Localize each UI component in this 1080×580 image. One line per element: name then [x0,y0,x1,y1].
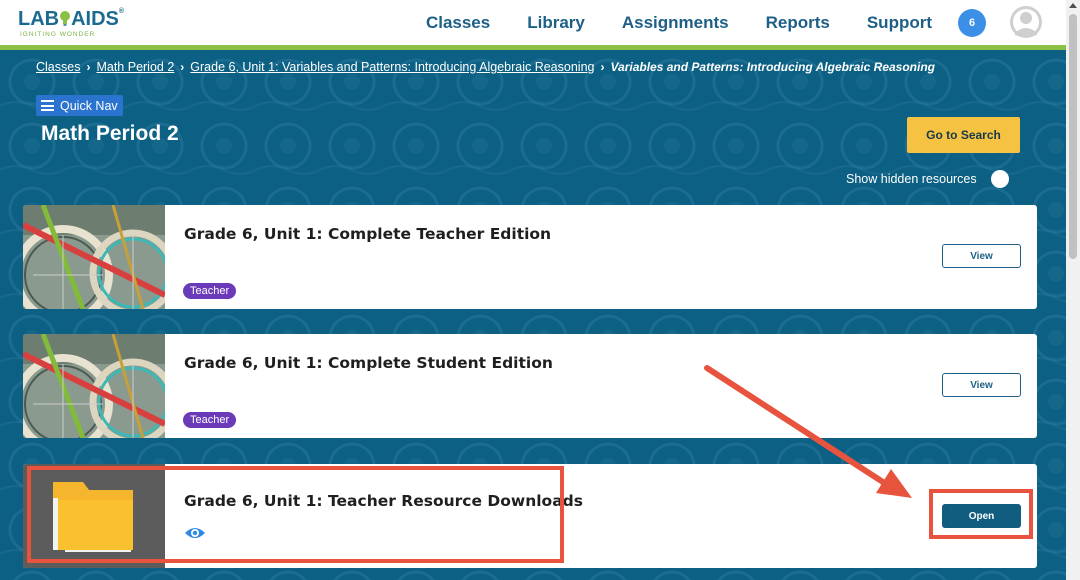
resource-card: Grade 6, Unit 1: Complete Teacher Editio… [23,205,1037,309]
nav-reports[interactable]: Reports [766,13,830,33]
show-hidden-label: Show hidden resources [846,172,977,186]
scroll-thumb[interactable] [1069,14,1077,259]
scroll-up-arrow-icon[interactable] [1069,3,1077,8]
breadcrumb: Classes › Math Period 2 › Grade 6, Unit … [36,60,935,74]
page-scrollbar[interactable] [1066,0,1080,580]
bicycle-wheels-image [23,334,165,438]
notification-badge[interactable]: 6 [958,9,986,37]
nav-support[interactable]: Support [867,13,932,33]
logo-tagline: IGNITING WONDER [20,31,96,38]
labaids-logo[interactable]: LAB AIDS® IGNITING WONDER [18,8,124,40]
show-hidden-toggle[interactable] [985,170,1009,188]
breadcrumb-chevron-icon: › [180,60,185,74]
breadcrumb-unit[interactable]: Grade 6, Unit 1: Variables and Patterns:… [190,60,594,74]
user-avatar-icon[interactable] [1009,5,1043,39]
view-button[interactable]: View [942,373,1021,397]
teacher-tag: Teacher [183,283,237,299]
view-button[interactable]: View [942,244,1021,268]
annotation-highlight-box [27,466,564,563]
breadcrumb-current: Variables and Patterns: Introducing Alge… [610,60,935,74]
lightbulb-icon [60,11,71,26]
quick-nav-button[interactable]: Quick Nav [36,95,123,116]
go-to-search-button[interactable]: Go to Search [907,117,1020,153]
nav-assignments[interactable]: Assignments [622,13,729,33]
bicycle-wheels-image [23,205,165,309]
teacher-tag: Teacher [183,412,237,428]
nav-library[interactable]: Library [527,13,585,33]
resource-card: Grade 6, Unit 1: Complete Student Editio… [23,334,1037,438]
breadcrumb-chevron-icon: › [86,60,91,74]
quick-nav-label: Quick Nav [60,98,118,113]
top-header: LAB AIDS® IGNITING WONDER Classes Library… [0,0,1080,46]
breadcrumb-math-period-2[interactable]: Math Period 2 [96,60,174,74]
show-hidden-resources: Show hidden resources [846,170,1009,188]
main-nav: Classes Library Assignments Reports Supp… [426,0,932,46]
card-title[interactable]: Grade 6, Unit 1: Complete Student Editio… [184,354,553,372]
breadcrumb-chevron-icon: › [600,60,605,74]
annotation-highlight-box [929,489,1033,539]
page-title: Math Period 2 [41,122,179,145]
toggle-knob [990,170,1009,188]
nav-classes[interactable]: Classes [426,13,490,33]
hamburger-icon [41,100,54,111]
logo-wordmark: LAB AIDS® [18,8,125,30]
card-title[interactable]: Grade 6, Unit 1: Complete Teacher Editio… [184,225,551,243]
breadcrumb-classes[interactable]: Classes [36,60,80,74]
